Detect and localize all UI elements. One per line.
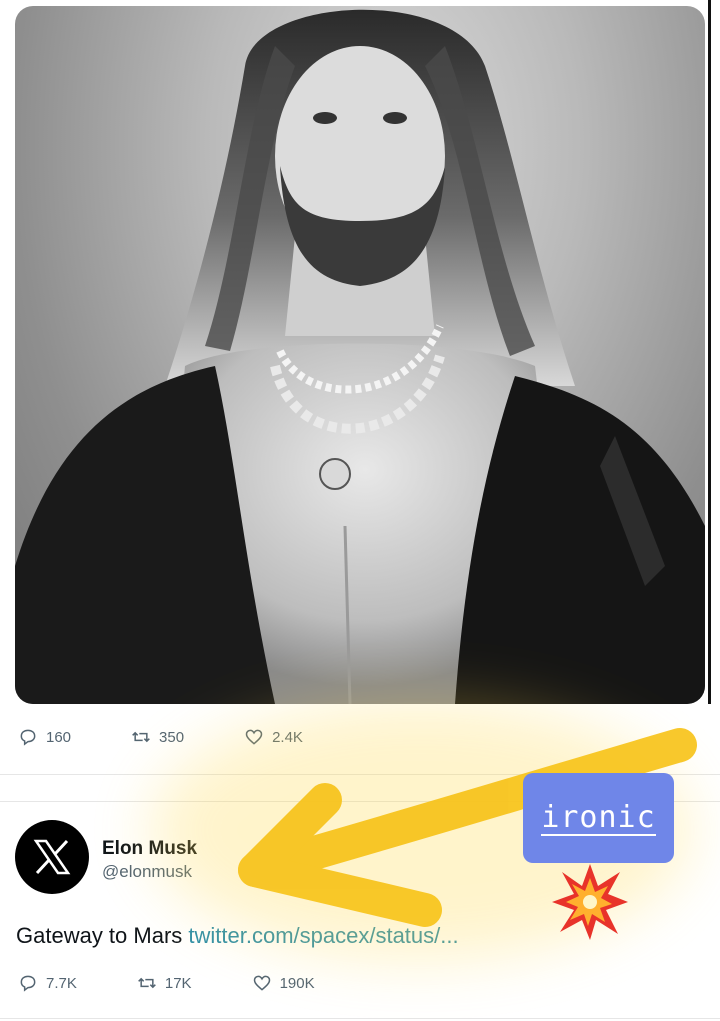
avatar[interactable] <box>15 820 89 894</box>
reply-icon <box>20 729 36 746</box>
like-count: 2.4K <box>272 728 303 746</box>
reply-button[interactable]: 160 <box>18 727 71 747</box>
repost-button[interactable]: 350 <box>131 727 184 747</box>
tweet-text: Gateway to Mars twitter.com/spacex/statu… <box>16 923 459 949</box>
post-image[interactable] <box>15 6 705 704</box>
like-count: 190K <box>279 974 315 992</box>
tweet-body: Gateway to Mars <box>16 923 189 948</box>
ironic-sticker: ironic <box>523 773 674 863</box>
repost-icon <box>137 977 156 989</box>
tweet-link[interactable]: twitter.com/spacex/status/... <box>188 923 458 948</box>
sticker-label: ironic <box>541 799 656 836</box>
heart-icon <box>245 729 263 745</box>
repost-icon <box>132 731 150 743</box>
repost-button[interactable]: 17K <box>137 973 192 993</box>
author-handle[interactable]: @elonmusk <box>102 862 192 882</box>
repost-count: 350 <box>159 728 185 746</box>
like-button[interactable]: 2.4K <box>244 727 303 747</box>
author-name[interactable]: Elon Musk <box>102 838 197 860</box>
post-actions: 160 350 2.4K <box>18 727 363 747</box>
repost-count: 17K <box>164 974 192 992</box>
post-actions: 7.7K 17K 190K <box>18 973 375 993</box>
heart-icon <box>253 975 270 991</box>
reply-count: 160 <box>46 728 72 746</box>
collision-icon <box>552 864 628 940</box>
post-divider <box>0 1018 720 1019</box>
reply-icon <box>20 975 36 992</box>
x-logo-icon <box>33 839 71 875</box>
like-button[interactable]: 190K <box>252 973 315 993</box>
adjacent-media-border <box>708 0 711 704</box>
reply-button[interactable]: 7.7K <box>18 973 77 993</box>
reply-count: 7.7K <box>46 974 77 992</box>
